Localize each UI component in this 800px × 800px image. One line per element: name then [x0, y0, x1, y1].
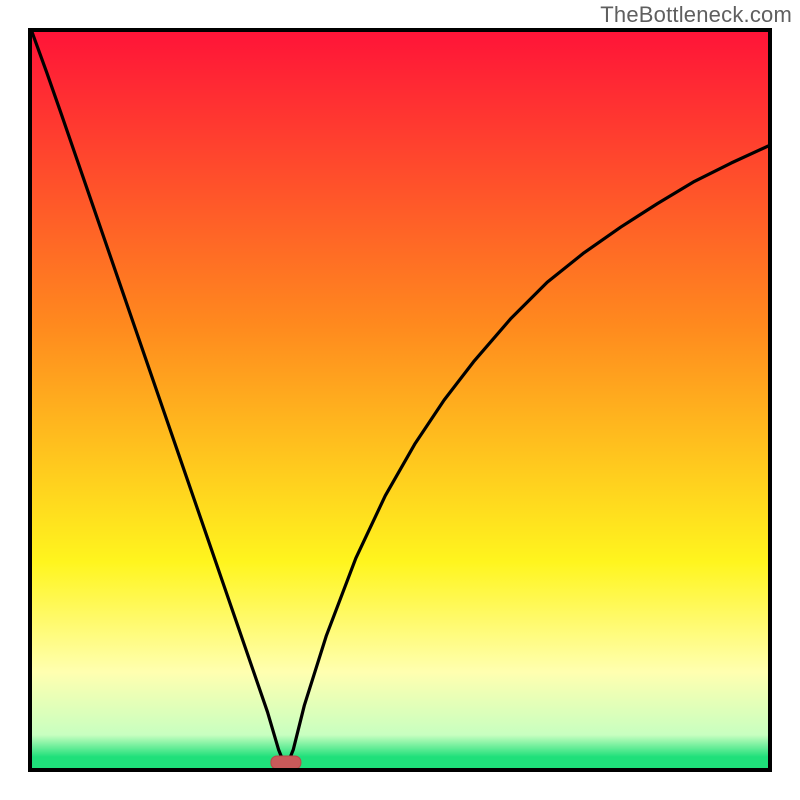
optimal-marker — [271, 756, 301, 768]
gradient-background — [32, 32, 768, 768]
chart-container: TheBottleneck.com — [0, 0, 800, 800]
chart-svg — [32, 32, 768, 768]
plot-area — [32, 32, 768, 768]
watermark-text: TheBottleneck.com — [600, 2, 792, 28]
plot-frame — [28, 28, 772, 772]
